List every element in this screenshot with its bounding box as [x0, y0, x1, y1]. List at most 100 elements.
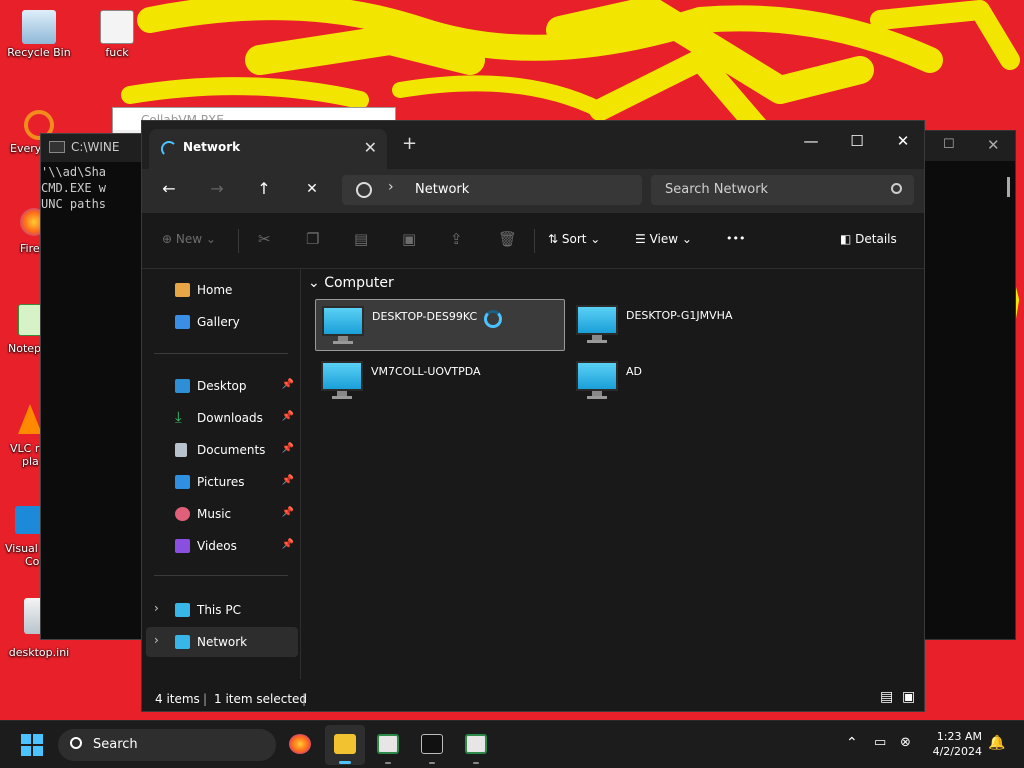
- taskbar-terminal[interactable]: [412, 725, 452, 765]
- up-arrow-icon[interactable]: ↑: [249, 179, 279, 198]
- computer-monitor-icon: [321, 361, 363, 391]
- group-header-computer[interactable]: ⌄ Computer: [308, 275, 394, 291]
- pin-icon[interactable]: 📌: [282, 507, 294, 518]
- network-item-desktop-g1jmvha[interactable]: DESKTOP-G1JMVHA: [570, 299, 820, 351]
- share-icon[interactable]: ⇪: [450, 230, 463, 248]
- computer-monitor-icon: [576, 305, 618, 335]
- terminal-icon: [421, 734, 443, 754]
- vscode-icon: [15, 506, 43, 534]
- maximize-button[interactable]: ☐: [834, 126, 880, 156]
- network-item-ad[interactable]: AD: [570, 355, 820, 407]
- new-tab-button[interactable]: +: [402, 133, 417, 154]
- clock-time: 1:23 AM: [936, 730, 982, 743]
- file-explorer-window[interactable]: Network ✕ + — ☐ ✕ ← → ↑ ✕ › Network Sear…: [141, 120, 925, 712]
- divider: [154, 353, 288, 354]
- sort-button[interactable]: ⇅ Sort ⌄: [548, 232, 600, 246]
- copy-icon[interactable]: ❐: [306, 230, 319, 248]
- new-button[interactable]: ⊕ New ⌄: [162, 232, 216, 246]
- search-icon: [70, 737, 82, 749]
- divider: |: [302, 692, 307, 706]
- stop-loading-icon[interactable]: ✕: [297, 181, 327, 197]
- window-titlebar[interactable]: ☐ ✕: [913, 131, 1015, 161]
- desktop-icon-everything[interactable]: Every: [0, 110, 54, 155]
- pin-icon[interactable]: 📌: [282, 411, 294, 422]
- status-bar: 4 items | 1 item selected | ▤ ▣: [142, 687, 924, 711]
- desktop-icon-firefox[interactable]: Fire: [0, 208, 48, 255]
- clock[interactable]: 1:23 AM 4/2/2024: [930, 729, 982, 759]
- scrollbar-thumb[interactable]: [1007, 177, 1010, 197]
- desktop-icon-notepad[interactable]: Notep: [0, 304, 42, 355]
- view-button[interactable]: ☰ View ⌄: [635, 232, 692, 246]
- details-button[interactable]: ◧ Details: [840, 232, 897, 246]
- desktop-icon-label: Co: [25, 555, 40, 568]
- maximize-icon[interactable]: ☐: [943, 137, 955, 152]
- address-text: Network: [415, 182, 470, 197]
- volume-muted-icon[interactable]: ⊗: [900, 735, 911, 750]
- pin-icon[interactable]: 📌: [282, 379, 294, 390]
- pane-divider[interactable]: [300, 269, 301, 679]
- divider: |: [203, 692, 208, 706]
- sidebar-item-gallery[interactable]: Gallery: [146, 307, 298, 337]
- desktop-icon-recycle-bin[interactable]: Recycle Bin: [4, 10, 74, 59]
- network-tray-icon[interactable]: ▭: [874, 735, 886, 750]
- close-icon[interactable]: ✕: [987, 136, 1000, 154]
- desktop-icon-label: pla: [22, 455, 39, 468]
- background-console-window[interactable]: ☐ ✕: [912, 130, 1016, 640]
- sidebar-item-pictures[interactable]: Pictures 📌: [146, 467, 298, 497]
- cmd-window[interactable]: C:\WINE '\\ad\Sha CMD.EXE w UNC paths: [40, 133, 150, 640]
- sidebar-item-videos[interactable]: Videos 📌: [146, 531, 298, 561]
- sidebar-item-home[interactable]: Home: [146, 275, 298, 305]
- sidebar-item-this-pc[interactable]: › This PC: [146, 595, 298, 625]
- paste-icon[interactable]: ▤: [354, 230, 368, 248]
- forward-arrow-icon[interactable]: →: [202, 179, 232, 198]
- window-titlebar[interactable]: C:\WINE: [41, 134, 149, 162]
- network-item-desktop-des99kc[interactable]: DESKTOP-DES99KC: [315, 299, 565, 351]
- chevron-right-icon[interactable]: ›: [154, 633, 159, 647]
- more-options-button[interactable]: •••: [726, 232, 745, 245]
- network-globe-icon: [356, 182, 372, 198]
- pin-icon[interactable]: 📌: [282, 539, 294, 550]
- desktop-icon-label: Visual: [5, 542, 38, 555]
- chevron-right-icon[interactable]: ›: [154, 601, 159, 615]
- taskbar-firefox[interactable]: [280, 725, 320, 765]
- window-app-icon: [377, 734, 399, 754]
- sidebar-item-documents[interactable]: Documents 📌: [146, 435, 298, 465]
- taskbar-search[interactable]: Search: [58, 729, 276, 761]
- notification-bell-icon[interactable]: 🔔: [988, 735, 1005, 751]
- desktop-icon-fuck[interactable]: fuck: [82, 10, 152, 59]
- chevron-right-icon[interactable]: ›: [388, 179, 394, 195]
- network-icon: [175, 635, 190, 649]
- pin-icon[interactable]: 📌: [282, 443, 294, 454]
- back-arrow-icon[interactable]: ←: [154, 179, 184, 198]
- details-view-icon[interactable]: ▤: [880, 689, 893, 705]
- minimize-button[interactable]: —: [788, 126, 834, 156]
- desktop-icon-vscode[interactable]: Visual Co: [0, 506, 43, 568]
- desktop-icon-label: Every: [10, 142, 42, 155]
- gallery-icon: [175, 315, 190, 329]
- search-input[interactable]: Search Network: [651, 175, 914, 205]
- selection-count: 1 item selected: [214, 692, 308, 706]
- cut-icon[interactable]: ✂: [258, 230, 271, 248]
- pin-icon[interactable]: 📌: [282, 475, 294, 486]
- divider: [534, 229, 535, 253]
- network-item-vm7coll-uovtpda[interactable]: VM7COLL-UOVTPDA: [315, 355, 565, 407]
- sidebar-item-desktop[interactable]: Desktop 📌: [146, 371, 298, 401]
- rename-icon[interactable]: ▣: [402, 230, 416, 248]
- address-bar[interactable]: › Network: [342, 175, 642, 205]
- close-button[interactable]: ✕: [880, 126, 926, 156]
- taskbar-file-explorer[interactable]: [325, 725, 365, 765]
- tiles-view-icon[interactable]: ▣: [902, 689, 915, 705]
- search-icon: [891, 183, 902, 194]
- tab-network[interactable]: Network ✕: [149, 129, 387, 169]
- chevron-up-icon[interactable]: ⌃: [846, 735, 858, 751]
- sidebar-item-downloads[interactable]: ⤓ Downloads 📌: [146, 403, 298, 433]
- close-tab-icon[interactable]: ✕: [364, 138, 377, 157]
- taskbar-app-window[interactable]: [368, 725, 408, 765]
- taskbar-app-window-2[interactable]: [456, 725, 496, 765]
- window-app-icon: [465, 734, 487, 754]
- sidebar-item-network[interactable]: › Network: [146, 627, 298, 657]
- delete-icon[interactable]: 🗑: [498, 230, 517, 248]
- sidebar-item-music[interactable]: Music 📌: [146, 499, 298, 529]
- start-button[interactable]: [21, 734, 43, 756]
- desktop-icon-vlc[interactable]: VLC r pla: [0, 404, 42, 468]
